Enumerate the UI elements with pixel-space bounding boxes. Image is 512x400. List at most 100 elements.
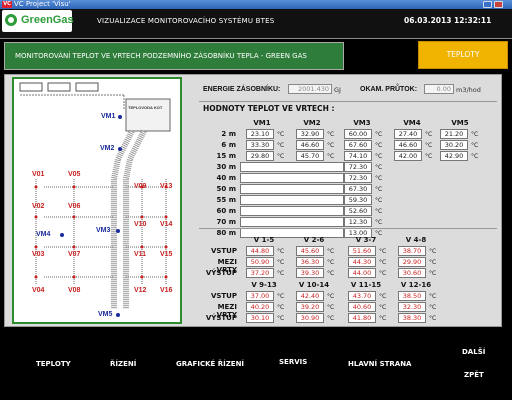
temp-cell: 60.00: [344, 129, 372, 139]
group-col: V 11-15: [350, 281, 382, 289]
row-depth: 2 m: [221, 130, 236, 138]
unit-c: °C: [429, 248, 437, 255]
unit-c: °C: [429, 304, 437, 311]
unit-c: °C: [277, 270, 285, 277]
app-icon: VC: [2, 1, 12, 8]
temp-cell: 36.30: [296, 257, 324, 267]
label-v09: V09: [134, 183, 147, 190]
unit-c: °C: [471, 131, 479, 138]
row-depth: 50 m: [216, 185, 236, 193]
unit-c: °C: [327, 131, 335, 138]
temp-cell: 42.40: [296, 291, 324, 301]
temp-cell: 21.20: [440, 129, 468, 139]
tank-label: TEPLOVODA KOT: [128, 105, 163, 110]
temp-cell: 32.90: [296, 129, 324, 139]
nav-graficke-rizeni[interactable]: GRAFICKÉ ŘÍZENÍ: [176, 360, 244, 368]
unit-c: °C: [379, 315, 387, 322]
row-depth: 60 m: [216, 207, 236, 215]
temp-cell: 72.30: [344, 173, 372, 183]
close-button[interactable]: [494, 1, 503, 8]
prutok-label: OKAM. PRŮTOK:: [360, 86, 418, 93]
temp-cell: 42.90: [440, 151, 468, 161]
logo-text: GreenGas: [21, 14, 74, 26]
window-titlebar: VC VC Project 'Visu': [0, 0, 512, 9]
row-depth: 40 m: [216, 174, 236, 182]
unit-c: °C: [429, 315, 437, 322]
unit-c: °C: [379, 270, 387, 277]
temp-cell: 30.20: [440, 140, 468, 150]
depth-bar: [240, 195, 344, 205]
temp-cell: 38.70: [398, 246, 426, 256]
temp-cell: 30.90: [296, 313, 324, 323]
col-vm5: VM5: [451, 119, 469, 127]
row-depth: 55 m: [216, 196, 236, 204]
nav-dalsi[interactable]: DALŠÍ: [462, 348, 485, 356]
label-v06: V06: [68, 203, 81, 210]
unit-c: °C: [375, 164, 383, 171]
minimize-button[interactable]: [483, 1, 492, 8]
col-vm1: VM1: [253, 119, 271, 127]
temp-cell: 33.30: [246, 140, 274, 150]
group-col: V 10-14: [298, 281, 330, 289]
label-vm3: VM3: [96, 227, 111, 234]
unit-c: °C: [327, 304, 335, 311]
unit-c: °C: [375, 131, 383, 138]
temp-cell: 44.00: [348, 268, 376, 278]
col-vm2: VM2: [303, 119, 321, 127]
label-v02: V02: [32, 203, 45, 210]
unit-c: °C: [375, 219, 383, 226]
temp-cell: 43.70: [348, 291, 376, 301]
temp-cell: 44.30: [348, 257, 376, 267]
energie-field: 2001.430: [288, 84, 332, 94]
unit-c: °C: [277, 142, 285, 149]
temp-cell: 12.30: [344, 217, 372, 227]
unit-c: °C: [277, 304, 285, 311]
unit-c: °C: [471, 153, 479, 160]
label-v15: V15: [160, 251, 173, 258]
temp-cell: 41.80: [348, 313, 376, 323]
group-row-label: VSTUP: [210, 247, 237, 255]
temp-cell: 52.60: [344, 206, 372, 216]
depth-bar: [240, 217, 344, 227]
group-col: V 12-16: [400, 281, 432, 289]
label-v04: V04: [32, 287, 45, 294]
nav-zpet[interactable]: ZPĚT: [464, 371, 484, 379]
energie-unit: GJ: [334, 86, 341, 94]
unit-c: °C: [375, 142, 383, 149]
row-depth: 80 m: [216, 229, 236, 237]
row-depth: 30 m: [216, 163, 236, 171]
label-v05: V05: [68, 171, 81, 178]
temp-cell: 45.70: [296, 151, 324, 161]
temp-cell: 38.30: [398, 313, 426, 323]
temp-cell: 23.10: [246, 129, 274, 139]
unit-c: °C: [379, 248, 387, 255]
group-col: V 1-5: [253, 236, 275, 244]
nav-teploty[interactable]: TEPLOTY: [36, 360, 71, 368]
unit-c: °C: [327, 293, 335, 300]
unit-c: °C: [277, 153, 285, 160]
label-v16: V16: [160, 287, 173, 294]
borehole-diagram: TEPLOVODA KOT VM1 VM2 VM3 VM4 VM5 V01 V0…: [12, 77, 182, 324]
label-vm5: VM5: [98, 311, 113, 318]
prutok-field: 0.00: [424, 84, 454, 94]
depth-bar: [240, 206, 344, 216]
unit-c: °C: [375, 197, 383, 204]
label-v07: V07: [68, 251, 81, 258]
unit-c: °C: [327, 259, 335, 266]
teploty-button[interactable]: TEPLOTY: [418, 41, 508, 69]
col-vm4: VM4: [403, 119, 421, 127]
unit-c: °C: [327, 153, 335, 160]
energie-label: ENERGIE ZÁSOBNÍKU:: [203, 86, 281, 93]
temp-cell: 29.80: [246, 151, 274, 161]
unit-c: °C: [375, 208, 383, 215]
nav-servis[interactable]: SERVIS: [279, 358, 307, 366]
nav-rizeni[interactable]: ŘÍZENÍ: [110, 360, 136, 368]
page-title: MONITOROVÁNÍ TEPLOT VE VRTECH PODZEMNÍHO…: [4, 42, 344, 70]
temp-cell: 42.00: [394, 151, 422, 161]
temp-cell: 44.80: [246, 246, 274, 256]
nav-hlavni-strana[interactable]: HLAVNÍ STRANA: [348, 360, 411, 368]
system-title: VIZUALIZACE MONITOROVACÍHO SYSTÉMU BTES: [97, 17, 275, 25]
label-v08: V08: [68, 287, 81, 294]
unit-c: °C: [425, 131, 433, 138]
label-v12: V12: [134, 287, 147, 294]
